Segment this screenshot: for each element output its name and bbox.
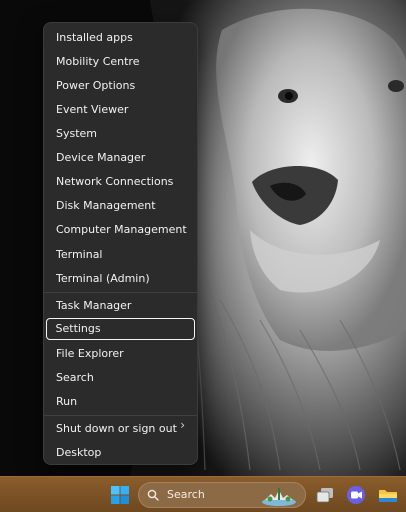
taskbar-search-box[interactable]: Search — [138, 482, 306, 508]
landscape-widget-icon[interactable] — [261, 484, 297, 506]
menu-item-computer-management[interactable]: Computer Management — [46, 219, 195, 241]
task-view-icon[interactable] — [314, 484, 336, 506]
menu-separator — [44, 415, 197, 416]
chevron-right-icon: › — [180, 418, 185, 432]
menu-item-terminal-admin[interactable]: Terminal (Admin) — [46, 268, 195, 290]
menu-item-task-manager[interactable]: Task Manager — [46, 295, 195, 317]
menu-separator — [44, 292, 197, 293]
menu-item-network-connections[interactable]: Network Connections — [46, 171, 195, 193]
menu-item-file-explorer[interactable]: File Explorer — [46, 343, 195, 365]
menu-item-settings[interactable]: Settings — [46, 318, 195, 340]
menu-item-search[interactable]: Search — [46, 367, 195, 389]
menu-item-disk-management[interactable]: Disk Management — [46, 195, 195, 217]
menu-item-installed-apps[interactable]: Installed apps — [46, 27, 195, 49]
menu-item-system[interactable]: System — [46, 123, 195, 145]
menu-item-desktop[interactable]: Desktop — [46, 442, 195, 464]
desktop-screen: Installed apps Mobility Centre Power Opt… — [0, 0, 406, 512]
menu-item-shut-down[interactable]: Shut down or sign out — [46, 418, 195, 440]
taskbar: Search — [0, 476, 406, 512]
windows-start-icon[interactable] — [109, 484, 131, 506]
menu-item-terminal[interactable]: Terminal — [46, 244, 195, 266]
menu-item-device-manager[interactable]: Device Manager — [46, 147, 195, 169]
menu-item-event-viewer[interactable]: Event Viewer — [46, 99, 195, 121]
menu-item-mobility-centre[interactable]: Mobility Centre — [46, 51, 195, 73]
quick-link-menu: Installed apps Mobility Centre Power Opt… — [43, 22, 198, 465]
search-icon — [147, 489, 159, 501]
search-placeholder: Search — [167, 488, 205, 501]
menu-item-power-options[interactable]: Power Options — [46, 75, 195, 97]
menu-item-run[interactable]: Run — [46, 391, 195, 413]
menu-item-shut-down-row[interactable]: Shut down or sign out › — [46, 418, 195, 440]
file-explorer-icon[interactable] — [377, 484, 399, 506]
teams-chat-icon[interactable] — [345, 484, 367, 506]
